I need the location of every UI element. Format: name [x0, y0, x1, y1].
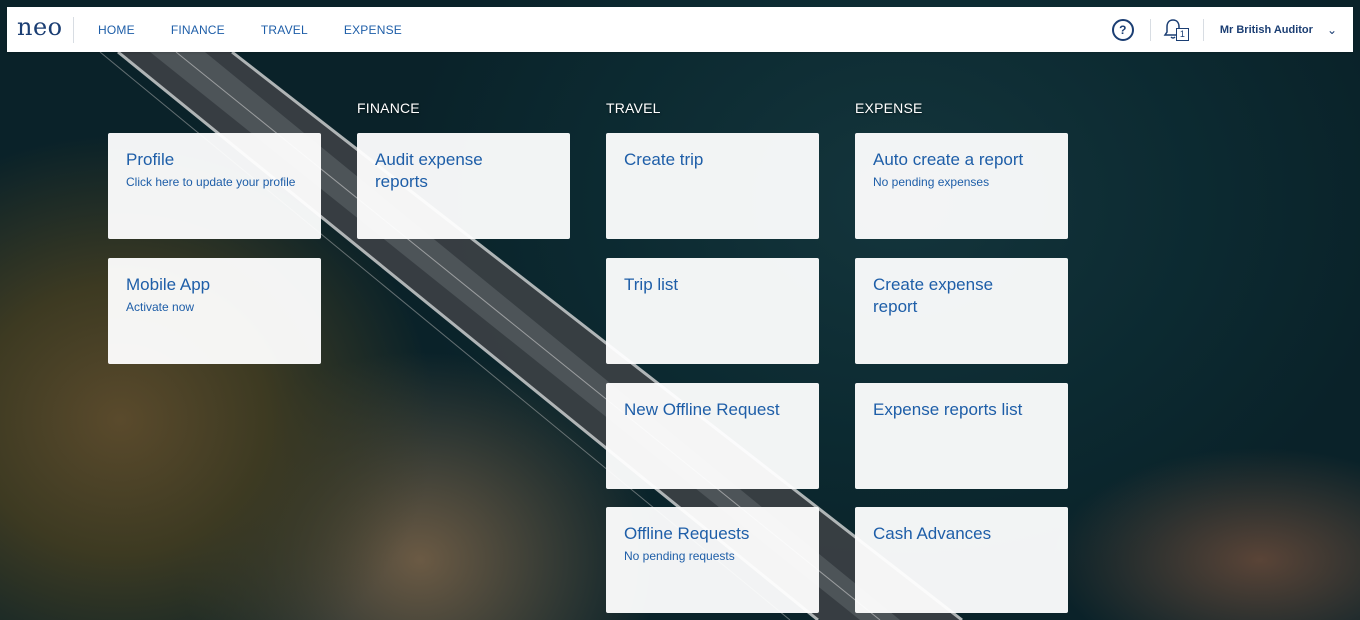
top-navigation-bar: neo HOME FINANCE TRAVEL EXPENSE ? 1 Mr B… — [7, 7, 1353, 52]
divider — [1202, 18, 1204, 41]
main-nav: HOME FINANCE TRAVEL EXPENSE — [98, 23, 438, 37]
create-expense-report-tile[interactable]: Create expense report — [855, 258, 1068, 364]
mobile-app-tile[interactable]: Mobile App Activate now — [108, 258, 321, 364]
cash-advances-tile[interactable]: Cash Advances — [855, 507, 1068, 613]
divider — [1149, 18, 1151, 41]
tile-subtitle: Click here to update your profile — [126, 175, 296, 189]
user-area: ? 1 Mr British Auditor ⌄ — [1111, 7, 1353, 52]
expense-heading: EXPENSE — [855, 100, 923, 116]
tile-subtitle: Activate now — [126, 300, 195, 314]
audit-expense-reports-tile[interactable]: Audit expense reports — [357, 133, 570, 239]
nav-home[interactable]: HOME — [98, 23, 135, 37]
expense-reports-list-tile[interactable]: Expense reports list — [855, 383, 1068, 489]
logo-divider — [73, 16, 74, 43]
tile-title: Trip list — [624, 275, 679, 294]
trip-list-tile[interactable]: Trip list — [606, 258, 819, 364]
help-icon[interactable]: ? — [1111, 18, 1134, 41]
tile-title: Create trip — [624, 150, 704, 169]
neo-logo[interactable]: neo — [7, 13, 73, 41]
profile-tile[interactable]: Profile Click here to update your profil… — [108, 133, 321, 239]
nav-expense[interactable]: EXPENSE — [344, 23, 402, 37]
tile-title: Auto create a report — [873, 150, 1024, 169]
tile-title: Audit expense reports — [375, 150, 483, 191]
tile-title: Cash Advances — [873, 524, 992, 543]
create-trip-tile[interactable]: Create trip — [606, 133, 819, 239]
tile-title: Expense reports list — [873, 400, 1023, 419]
tile-title: Mobile App — [126, 275, 211, 294]
tile-subtitle: No pending expenses — [873, 175, 990, 189]
offline-requests-tile[interactable]: Offline Requests No pending requests — [606, 507, 819, 613]
tile-title: Profile — [126, 150, 175, 169]
chevron-down-icon[interactable]: ⌄ — [1327, 23, 1337, 37]
tile-subtitle: No pending requests — [624, 549, 735, 563]
tile-title: New Offline Request — [624, 400, 780, 419]
tile-title: Create expense report — [873, 275, 994, 316]
nav-finance[interactable]: FINANCE — [171, 23, 225, 37]
notification-count-badge: 1 — [1175, 27, 1189, 41]
notifications-button[interactable]: 1 — [1163, 18, 1189, 42]
new-offline-request-tile[interactable]: New Offline Request — [606, 383, 819, 489]
nav-travel[interactable]: TRAVEL — [261, 23, 308, 37]
finance-heading: FINANCE — [357, 100, 420, 116]
travel-heading: TRAVEL — [606, 100, 661, 116]
user-menu-name[interactable]: Mr British Auditor — [1220, 24, 1313, 36]
auto-create-report-tile[interactable]: Auto create a report No pending expenses — [855, 133, 1068, 239]
tile-title: Offline Requests — [624, 524, 750, 543]
